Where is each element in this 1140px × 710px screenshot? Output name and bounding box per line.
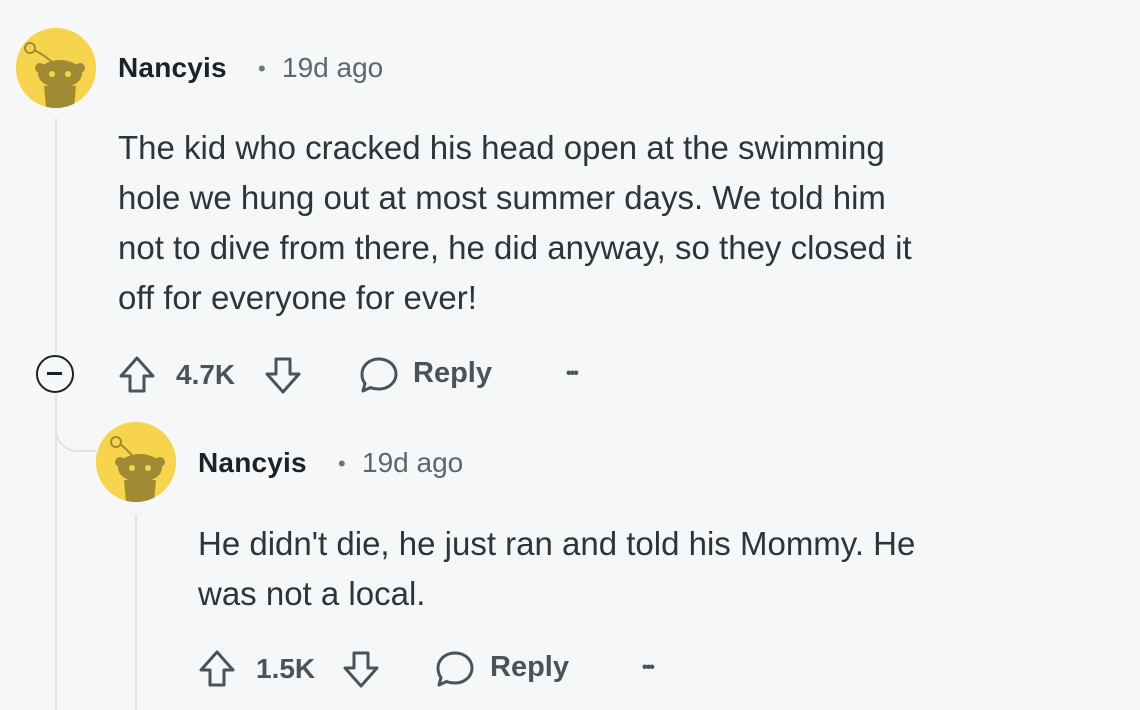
- upvote-icon[interactable]: [117, 355, 157, 395]
- avatar[interactable]: [16, 28, 96, 108]
- comment-line: not to dive from there, he did anyway, s…: [118, 229, 912, 266]
- thread-line-main[interactable]: [55, 118, 57, 354]
- more-options-icon[interactable]: •••: [642, 659, 655, 677]
- comment-line: He didn't die, he just ran and told his …: [198, 525, 916, 562]
- comment-body: The kid who cracked his head open at the…: [118, 123, 912, 323]
- more-options-icon[interactable]: •••: [566, 365, 579, 383]
- reply-icon[interactable]: [358, 354, 400, 396]
- comment-line: off for everyone for ever!: [118, 279, 477, 316]
- avatar[interactable]: [96, 422, 176, 502]
- username[interactable]: Nancyis: [118, 52, 227, 84]
- username[interactable]: Nancyis: [198, 447, 307, 479]
- downvote-icon[interactable]: [263, 355, 303, 395]
- separator-dot: •: [258, 56, 266, 81]
- downvote-icon[interactable]: [341, 649, 381, 689]
- reply-button[interactable]: Reply: [490, 651, 569, 684]
- separator-dot: •: [338, 451, 346, 476]
- reply-button[interactable]: Reply: [413, 357, 492, 390]
- thread-line-main-lower[interactable]: [55, 394, 57, 710]
- avatar-snoo-icon: [96, 422, 176, 502]
- vote-count: 4.7K: [176, 359, 236, 390]
- comment-body: He didn't die, he just ran and told his …: [198, 519, 915, 619]
- thread-elbow: [55, 394, 97, 452]
- avatar-snoo-icon: [16, 28, 96, 108]
- comment-line: hole we hung out at most summer days. We…: [118, 179, 886, 216]
- collapse-thread-icon[interactable]: [36, 355, 74, 393]
- thread-line-reply[interactable]: [135, 515, 137, 710]
- comment-line: The kid who cracked his head open at the…: [118, 129, 885, 166]
- upvote-icon[interactable]: [197, 649, 237, 689]
- reply-icon[interactable]: [434, 648, 476, 690]
- comment-line: was not a local.: [198, 575, 426, 612]
- timestamp[interactable]: 19d ago: [282, 52, 383, 84]
- timestamp[interactable]: 19d ago: [362, 447, 463, 479]
- vote-count: 1.5K: [256, 653, 316, 684]
